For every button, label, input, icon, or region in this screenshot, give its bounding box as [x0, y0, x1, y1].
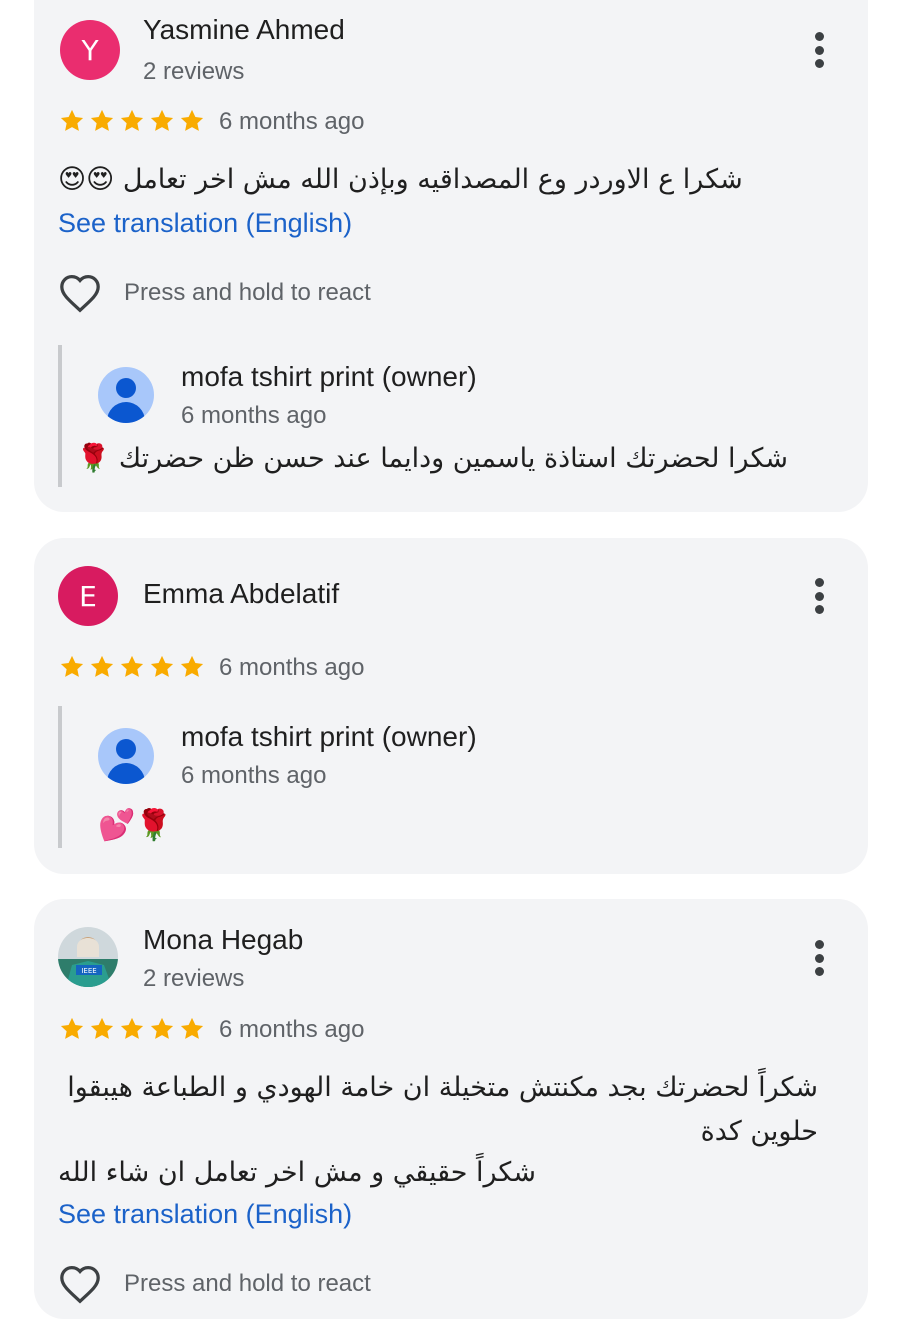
star-icon — [90, 1017, 114, 1039]
review-count: 2 reviews — [143, 58, 245, 85]
star-icon — [180, 1017, 204, 1039]
reply-text: شكرا لحضرتك استاذة ياسمين ودايما عند حسن… — [76, 443, 788, 474]
review-card: IEEE Mona Hegab 2 reviews 6 months ago ش… — [34, 899, 868, 1319]
star-rating — [58, 107, 206, 135]
star-icon — [90, 655, 114, 677]
star-icon — [180, 109, 204, 131]
star-icon — [60, 655, 84, 677]
star-rating — [58, 1015, 206, 1043]
owner-avatar[interactable] — [98, 728, 154, 784]
star-icon — [150, 655, 174, 677]
review-card: E Emma Abdelatif 6 months ago mofa tshir… — [34, 538, 868, 874]
review-time: 6 months ago — [219, 108, 365, 135]
review-text-line-2: شكراً حقيقي و مش اخر تعامل ان شاء الله — [58, 1157, 536, 1188]
star-icon — [60, 109, 84, 131]
heart-icon — [60, 1265, 100, 1304]
react-label: Press and hold to react — [124, 279, 371, 306]
react-label: Press and hold to react — [124, 1270, 371, 1297]
react-button[interactable]: Press and hold to react — [58, 273, 371, 313]
star-icon — [120, 655, 144, 677]
see-translation-link[interactable]: See translation (English) — [58, 208, 352, 239]
owner-avatar[interactable] — [98, 367, 154, 423]
owner-reply: mofa tshirt print (owner) 6 months ago ش… — [58, 345, 832, 487]
owner-reply: mofa tshirt print (owner) 6 months ago 💕… — [58, 706, 832, 848]
react-button[interactable]: Press and hold to react — [58, 1264, 371, 1304]
star-rating — [58, 653, 206, 681]
star-icon — [150, 1017, 174, 1039]
review-time: 6 months ago — [219, 1016, 365, 1043]
review-card: Y Yasmine Ahmed 2 reviews 6 months ago ش… — [34, 0, 868, 512]
reviewer-avatar[interactable]: E — [58, 566, 118, 626]
review-count: 2 reviews — [143, 965, 245, 992]
reviewer-avatar[interactable]: Y — [60, 20, 120, 80]
more-options-icon[interactable] — [813, 578, 825, 614]
reviewer-name[interactable]: Mona Hegab — [143, 924, 303, 956]
reviewer-avatar[interactable]: IEEE — [58, 927, 118, 987]
reviewer-name[interactable]: Yasmine Ahmed — [143, 14, 345, 46]
review-text-line-1: شكراً لحضرتك بجد مكنتش متخيلة ان خامة ال… — [67, 1072, 818, 1147]
more-options-icon[interactable] — [813, 940, 825, 976]
reply-time: 6 months ago — [181, 762, 327, 789]
star-icon — [120, 1017, 144, 1039]
heart-icon — [60, 274, 100, 313]
more-options-icon[interactable] — [813, 32, 825, 68]
owner-name[interactable]: mofa tshirt print (owner) — [181, 721, 477, 753]
star-icon — [60, 1017, 84, 1039]
star-icon — [120, 109, 144, 131]
reviewer-name[interactable]: Emma Abdelatif — [143, 578, 339, 610]
review-text: شكرا ع الاوردر وع المصداقيه وبإذن الله م… — [58, 164, 743, 195]
svg-text:IEEE: IEEE — [81, 967, 96, 975]
star-icon — [150, 109, 174, 131]
star-icon — [180, 655, 204, 677]
owner-name[interactable]: mofa tshirt print (owner) — [181, 361, 477, 393]
reply-text: 💕🌹 — [98, 808, 173, 843]
see-translation-link[interactable]: See translation (English) — [58, 1199, 352, 1230]
star-icon — [90, 109, 114, 131]
reply-time: 6 months ago — [181, 402, 327, 429]
review-time: 6 months ago — [219, 654, 365, 681]
profile-photo-icon: IEEE — [58, 927, 118, 987]
